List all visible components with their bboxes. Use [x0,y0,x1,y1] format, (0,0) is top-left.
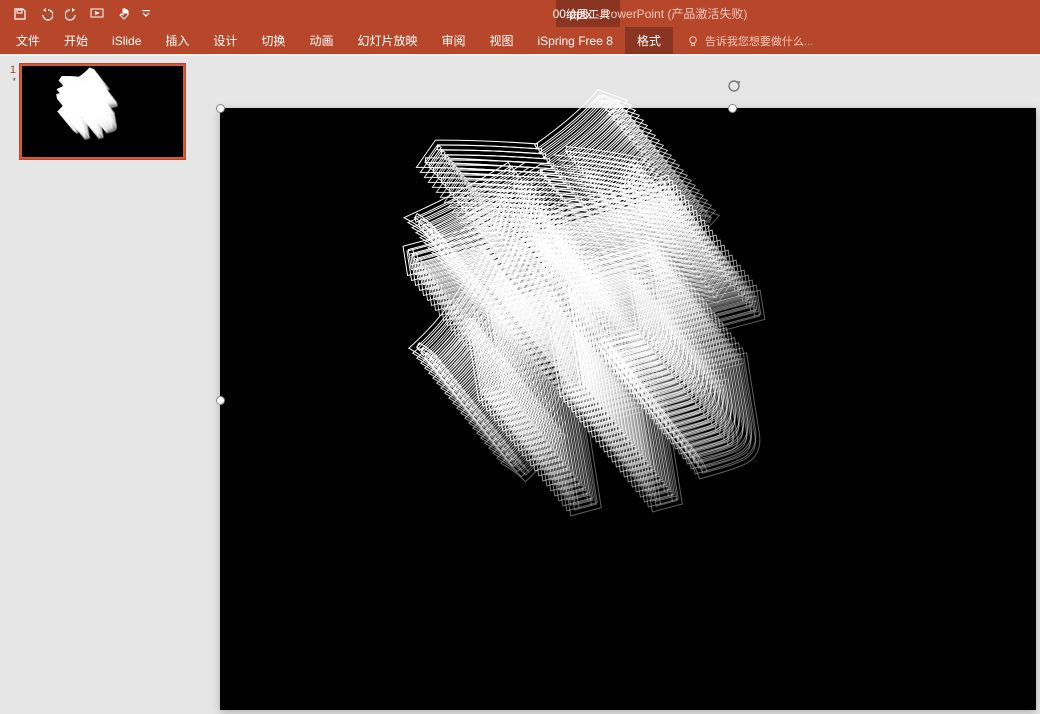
quick-access-toolbar [0,4,152,24]
rotation-handle[interactable] [726,78,742,94]
filename-label: 00.pptx [293,7,592,21]
tab-home[interactable]: 开始 [52,27,100,54]
tell-me-search[interactable]: 告诉我您想要做什么... [673,27,813,54]
titlebar: 绘图工具 00.pptx - PowerPoint (产品激活失败) [0,0,1040,27]
tab-review[interactable]: 审阅 [429,27,477,54]
thumbnail-index: 1 [4,64,16,76]
tell-me-placeholder: 告诉我您想要做什么... [705,33,813,49]
selection-handle-tm[interactable] [728,104,737,113]
ribbon-tabs: 文件 开始 iSlide 插入 设计 切换 动画 幻灯片放映 审阅 视图 iSp… [0,27,1040,54]
selection-handle-ml[interactable] [216,396,225,405]
touch-mode-button[interactable] [114,4,134,24]
drawing-tools-label: 绘图工具 [566,6,610,22]
tab-slideshow[interactable]: 幻灯片放映 [345,27,429,54]
tab-ispring[interactable]: iSpring Free 8 [526,27,625,54]
thumbnail-meta: 1 * [4,64,16,159]
tab-transitions[interactable]: 切换 [249,27,297,54]
workspace: 1 * 希希希希希希希希希希希希希希希希希希希希希希希希 希希希希希希希希希希希… [0,56,1040,714]
selection-handle-tl[interactable] [216,104,225,113]
qat-customize-button[interactable] [140,4,152,24]
tab-animations[interactable]: 动画 [297,27,345,54]
redo-button[interactable] [62,4,82,24]
tab-file[interactable]: 文件 [4,27,52,54]
drawing-tools-context: 绘图工具 [556,0,620,27]
tab-design[interactable]: 设计 [201,27,249,54]
tab-islide[interactable]: iSlide [100,27,153,54]
tab-view[interactable]: 视图 [477,27,525,54]
undo-button[interactable] [36,4,56,24]
slide-thumbnails-panel[interactable]: 1 * 希希希希希希希希希希希希希希希希希希希希希希希希 [0,56,200,714]
thumbnail-row: 1 * 希希希希希希希希希希希希希希希希希希希希希希希希 [4,64,200,159]
tab-format[interactable]: 格式 [625,27,673,54]
tab-insert[interactable]: 插入 [153,27,201,54]
thumbnail-modified-icon: * [4,76,16,86]
window-title: 00.pptx - PowerPoint (产品激活失败) [0,5,1040,22]
slide-artwork[interactable]: 希希希希希希希希希希希希希希希希希希希希希希希希 [354,104,874,624]
lightbulb-icon [687,35,699,47]
slide-canvas-area[interactable]: 希希希希希希希希希希希希希希希希希希希希希希希希 [200,56,1040,714]
activation-status: (产品激活失败) [667,7,747,21]
save-button[interactable] [10,4,30,24]
slide-editor[interactable]: 希希希希希希希希希希希希希希希希希希希希希希希希 [220,108,1036,710]
start-from-beginning-button[interactable] [88,4,108,24]
slide-thumbnail-1[interactable]: 希希希希希希希希希希希希希希希希希希希希希希希希 [20,64,185,159]
